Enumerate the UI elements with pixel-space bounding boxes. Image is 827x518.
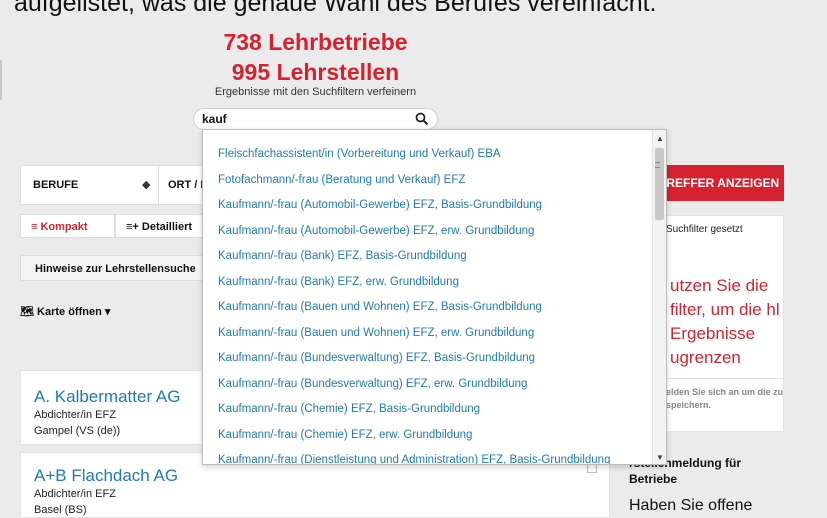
autocomplete-item[interactable]: Kaufmann/-frau (Chemie) EFZ, erw. Grundb… bbox=[203, 425, 653, 451]
result-profession: Abdichter/in EFZ bbox=[34, 488, 116, 500]
autocomplete-item[interactable]: Kaufmann/-frau (Automobil-Gewerbe) EFZ, … bbox=[203, 195, 653, 221]
autocomplete-item[interactable]: Kaufmann/-frau (Bauen und Wohnen) EFZ, B… bbox=[203, 297, 653, 323]
result-location: Gampel (VS (de)) bbox=[34, 425, 121, 437]
page-caption: aufgelistet, was die genaue Wahl des Ber… bbox=[14, 0, 657, 17]
result-profession: Abdichter/in EFZ bbox=[34, 409, 116, 421]
autocomplete-item[interactable]: Kaufmann/-frau (Chemie) EFZ, Basis-Grund… bbox=[203, 399, 653, 425]
autocomplete-item[interactable]: Kaufmann/-frau (Bundesverwaltung) EFZ, e… bbox=[203, 374, 653, 400]
scrollbar-thumb[interactable] bbox=[655, 148, 664, 220]
hinweise-button[interactable]: Hinweise zur Lehrstellensuche bbox=[20, 255, 205, 281]
view-detailliert-button[interactable]: ≡+ Detailliert bbox=[115, 214, 205, 238]
autocomplete-dropdown: Fleischfachassistent/in (Vorbereitung un… bbox=[202, 129, 667, 465]
autocomplete-item[interactable]: Fleischfachassistent/in (Vorbereitung un… bbox=[203, 144, 653, 170]
autocomplete-item[interactable]: Kaufmann/-frau (Bank) EFZ, Basis-Grundbi… bbox=[203, 246, 653, 272]
result-location: Basel (BS) bbox=[34, 504, 87, 516]
berufe-select[interactable]: BERUFE bbox=[33, 179, 78, 191]
sort-caret-icon[interactable]: ◆ bbox=[142, 178, 150, 191]
thumb-grip-icon bbox=[655, 162, 660, 168]
autocomplete-item[interactable]: Kaufmann/-frau (Dienstleistung und Admin… bbox=[203, 450, 653, 464]
result-company-name[interactable]: A+B Flachdach AG bbox=[34, 466, 178, 486]
scroll-down-icon[interactable]: ▼ bbox=[656, 453, 664, 462]
autocomplete-item[interactable]: Kaufmann/-frau (Bank) EFZ, erw. Grundbil… bbox=[203, 272, 653, 298]
scroll-up-icon[interactable]: ▲ bbox=[656, 134, 664, 143]
view-kompakt-button[interactable]: ≡ Kompakt bbox=[20, 214, 115, 238]
login-hint: elden Sie sich an um die zu speichern. bbox=[666, 387, 784, 410]
refine-hint: Ergebnisse mit den Suchfiltern verfeiner… bbox=[214, 86, 417, 98]
companies-count: 738 Lehrbetriebe bbox=[223, 29, 408, 55]
autocomplete-item[interactable]: Kaufmann/-frau (Automobil-Gewerbe) EFZ, … bbox=[203, 221, 653, 247]
autocomplete-item[interactable]: Fotofachmann/-frau (Beratung und Verkauf… bbox=[203, 170, 653, 196]
filter-divider bbox=[158, 166, 159, 206]
search-box[interactable] bbox=[193, 108, 438, 130]
positions-count: 995 Lehrstellen bbox=[231, 59, 400, 85]
section-headline: Haben Sie offene bbox=[629, 497, 753, 514]
autocomplete-item[interactable]: Kaufmann/-frau (Bauen und Wohnen) EFZ, e… bbox=[203, 323, 653, 349]
search-icon[interactable] bbox=[415, 112, 429, 126]
filter-note: Suchfilter gesetzt bbox=[666, 224, 743, 235]
search-input[interactable] bbox=[202, 112, 402, 126]
filter-promo-text: utzen Sie die filter, um die hl Ergebnis… bbox=[670, 276, 780, 367]
dropdown-scrollbar[interactable]: ▲ ▼ bbox=[652, 130, 666, 464]
result-company-name[interactable]: A. Kalbermatter AG bbox=[34, 387, 180, 407]
autocomplete-list: Fleischfachassistent/in (Vorbereitung un… bbox=[203, 144, 653, 464]
autocomplete-item[interactable]: Kaufmann/-frau (Bundesverwaltung) EFZ, B… bbox=[203, 348, 653, 374]
karte-oeffnen-link[interactable]: 🗺 Karte öffnen ▾ bbox=[20, 305, 110, 318]
